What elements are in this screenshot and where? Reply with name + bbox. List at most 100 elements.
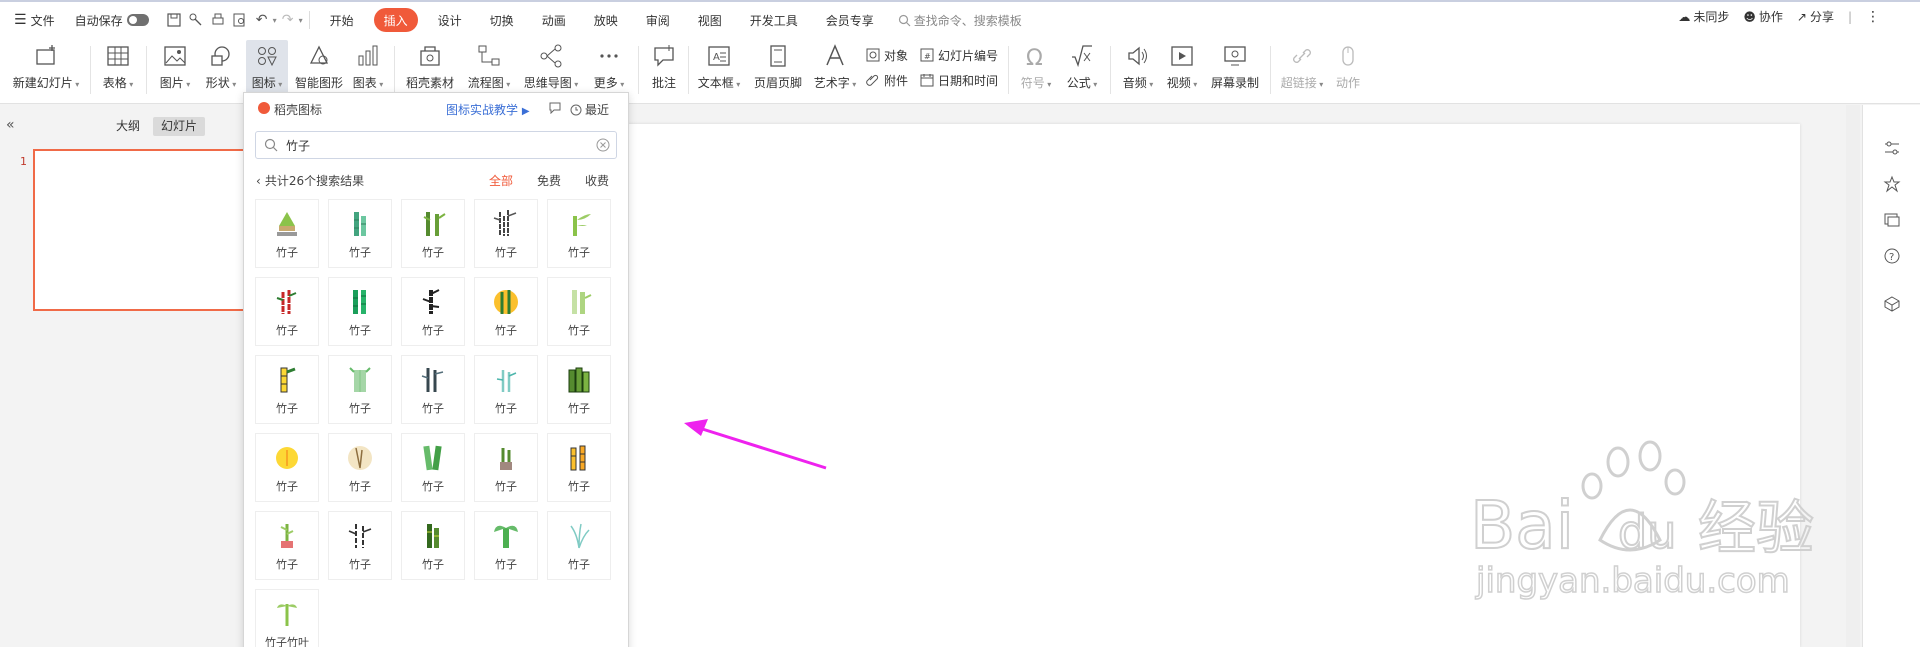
icon-result-item[interactable]: 竹子 [328,199,392,268]
tab-insert[interactable]: 插入 [373,8,418,32]
icon-result-item[interactable]: 竹子 [255,199,319,268]
icon-result-item[interactable]: 竹子 [401,199,465,268]
icon-result-item[interactable]: 竹子 [328,433,392,502]
tab-design[interactable]: 设计 [424,8,476,32]
more-button[interactable]: 更多 [590,40,628,100]
tab-outline[interactable]: 大纲 [108,117,148,136]
filter-all[interactable]: 全部 [489,172,513,189]
icon-result-item[interactable]: 竹子 [401,511,465,580]
result-back-button[interactable]: ‹ 共计26个搜索结果 [256,172,364,189]
picture-button[interactable]: 图片 [154,40,196,100]
file-menu[interactable]: ☰ 文件 [10,8,59,32]
icon-result-item[interactable]: 竹子 [547,511,611,580]
icon-result-item[interactable]: 竹子 [547,277,611,346]
material-button[interactable]: 稻壳素材 [402,40,458,100]
tab-member[interactable]: 会员专享 [812,8,888,32]
teach-link[interactable]: 图标实战教学 ▶ [446,101,530,118]
redo-icon[interactable]: ↷ [277,9,299,31]
slide-number-button[interactable]: # 幻灯片编号 [920,46,998,64]
smart-shape-button[interactable]: 智能图形 [292,40,346,100]
icon-result-item[interactable]: 竹子 [474,199,538,268]
icon-search-input[interactable] [286,137,586,153]
tab-developer[interactable]: 开发工具 [736,8,812,32]
icon-result-item[interactable]: 竹子 [401,277,465,346]
icon-result-item[interactable]: 竹子 [474,511,538,580]
shape-button[interactable]: 形状 [200,40,242,100]
tab-transition[interactable]: 切换 [476,8,528,32]
icon-result-item[interactable]: 竹子 [547,433,611,502]
wordart-button[interactable]: 艺术字 [810,40,860,100]
mindmap-button[interactable]: 思维导图 [520,40,582,100]
icon-result-item[interactable]: 竹子 [474,433,538,502]
action-button[interactable]: 动作 [1330,40,1366,100]
print-icon[interactable] [207,9,229,31]
mindmap-icon [540,44,562,68]
icon-button[interactable]: 图标 [246,40,288,100]
sync-button[interactable]: ☁ 未同步 [1678,8,1729,25]
cube-icon[interactable] [1883,295,1901,313]
video-button[interactable]: 视频 [1162,40,1202,100]
hyperlink-button[interactable]: 超链接 [1278,40,1326,100]
attachment-button[interactable]: 附件 [866,71,908,89]
filter-paid[interactable]: 收费 [585,172,609,189]
slide-switch-icon[interactable] [1883,211,1901,229]
screen-record-button[interactable]: 屏幕录制 [1208,40,1262,100]
format-painter-icon[interactable] [185,9,207,31]
filter-free[interactable]: 免费 [537,172,561,189]
icon-result-item[interactable]: 竹子 [255,355,319,424]
help-icon[interactable]: ? [1883,247,1901,265]
picture-icon [164,46,186,66]
icon-result-item[interactable]: 竹子 [474,277,538,346]
icon-result-item[interactable]: 竹子 [547,199,611,268]
clear-search-icon[interactable] [596,138,610,152]
tab-slideshow[interactable]: 放映 [580,8,632,32]
icon-result-item[interactable]: 竹子 [255,433,319,502]
autosave-toggle[interactable]: 自动保存 [71,8,153,32]
audio-button[interactable]: 音频 [1118,40,1158,100]
object-button[interactable]: 对象 [866,46,908,64]
tab-view[interactable]: 视图 [684,8,736,32]
datetime-button[interactable]: 日期和时间 [920,71,998,89]
save-icon[interactable] [163,9,185,31]
icon-result-item[interactable]: 竹子 [255,277,319,346]
share-button[interactable]: ↗ 分享 [1797,8,1834,25]
icon-result-item[interactable]: 竹子 [255,511,319,580]
recent-button[interactable]: 最近 [570,101,609,118]
slide-thumbnail[interactable] [33,149,245,311]
symbol-button[interactable]: Ω 符号 [1016,40,1056,100]
print-preview-icon[interactable] [229,9,251,31]
tab-animation[interactable]: 动画 [528,8,580,32]
icon-result-item[interactable]: 竹子 [328,277,392,346]
flowchart-button[interactable]: 流程图 [464,40,514,100]
tab-home[interactable]: 开始 [316,8,368,32]
icon-result-item[interactable]: 竹子 [547,355,611,424]
properties-sliders-icon[interactable] [1883,139,1901,157]
command-search[interactable]: 查找命令、搜索模板 [898,12,1022,29]
textbox-button[interactable]: A 文本框 [694,40,744,100]
tab-review[interactable]: 审阅 [632,8,684,32]
collapse-panel-icon[interactable]: « [6,117,15,133]
collab-button[interactable]: ☻ 协作 [1743,8,1783,25]
icon-result-item[interactable]: 竹子 [328,511,392,580]
vertical-scrollbar[interactable] [1846,105,1860,647]
recent-label: 最近 [585,103,610,117]
icon-result-item[interactable]: 竹子竹叶 [255,589,319,647]
icon-result-item[interactable]: 竹子 [401,433,465,502]
new-slide-button[interactable]: 新建幻灯片 [10,40,82,100]
customize-dropdown-icon[interactable]: ▾ [299,16,303,25]
animation-star-icon[interactable] [1883,175,1901,193]
formula-button[interactable]: 公式 [1062,40,1102,100]
undo-icon[interactable]: ↶ [251,9,273,31]
icon-result-item[interactable]: 竹子 [474,355,538,424]
more-options-icon[interactable]: ⋮ [1866,9,1880,25]
table-button[interactable]: 表格 [98,40,138,100]
chat-bubble-icon[interactable] [548,100,562,114]
tab-slides[interactable]: 幻灯片 [153,117,206,136]
header-footer-button[interactable]: 页眉页脚 [750,40,806,100]
icon-result-item[interactable]: 竹子 [328,355,392,424]
chart-button[interactable]: 图表 [350,40,386,100]
comment-button[interactable]: 批注 [646,40,682,100]
icon-result-item[interactable]: 竹子 [401,355,465,424]
play-icon: ▶ [521,106,530,117]
video-label: 视频 [1167,74,1198,91]
